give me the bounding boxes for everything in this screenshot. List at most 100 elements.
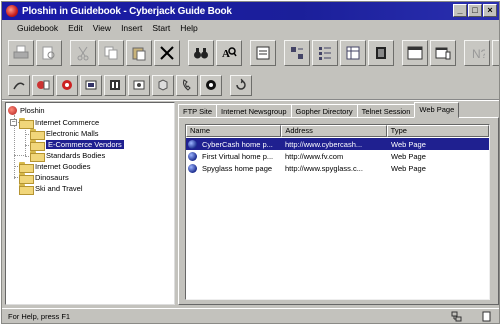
properties-button[interactable] xyxy=(250,40,276,66)
paste-button[interactable] xyxy=(126,40,152,66)
help-button[interactable]: N? xyxy=(464,40,490,66)
gopher-button[interactable] xyxy=(128,74,150,96)
folder-icon xyxy=(19,162,34,173)
context-help-button[interactable] xyxy=(492,40,499,66)
web-page-icon xyxy=(188,151,197,161)
find-text-icon: A xyxy=(222,47,237,60)
secondary-toolbar xyxy=(8,73,254,97)
page-icon xyxy=(482,311,491,322)
toolbar-divider xyxy=(2,99,499,101)
web-page-icon xyxy=(188,163,197,173)
large-icons-button[interactable] xyxy=(284,40,310,66)
tree-item-label: E-Commerce Vendors xyxy=(46,140,124,149)
gopher-icon xyxy=(133,80,145,90)
small-icons-icon xyxy=(319,47,331,60)
stop-icon xyxy=(206,80,216,90)
item-list[interactable]: Name Address Type CyberCash home p... ht… xyxy=(185,124,490,300)
tab-strip: FTP Site Internet Newsgroup Gopher Direc… xyxy=(178,102,460,118)
list-header: Name Address Type xyxy=(186,125,489,137)
scissors-icon xyxy=(77,46,89,61)
refresh-icon xyxy=(236,78,246,90)
tree-item-dinosaurs[interactable]: Dinosaurs xyxy=(19,172,69,184)
menu-insert[interactable]: Insert xyxy=(116,21,147,35)
maximize-button[interactable]: □ xyxy=(468,4,482,17)
column-address[interactable]: Address xyxy=(281,125,387,137)
tree-item-internet-commerce[interactable]: − Internet Commerce xyxy=(10,117,99,129)
tree-item-electronic-malls[interactable]: Electronic Malls xyxy=(30,128,99,140)
status-bar: For Help, press F1 xyxy=(2,308,499,323)
item-name: First Virtual home p... xyxy=(202,151,274,161)
tree-item-ecommerce-vendors[interactable]: E-Commerce Vendors xyxy=(30,139,124,151)
tree-item-label: Electronic Malls xyxy=(46,129,99,138)
minimize-button[interactable]: _ xyxy=(453,4,467,17)
svg-text:N?: N? xyxy=(472,47,485,61)
window-button[interactable] xyxy=(402,40,428,66)
refresh-button[interactable] xyxy=(230,74,252,96)
tab-ftp-site[interactable]: FTP Site xyxy=(178,104,218,118)
find-text-button[interactable]: A xyxy=(216,40,242,66)
menu-edit[interactable]: Edit xyxy=(63,21,88,35)
tab-panel: Name Address Type CyberCash home p... ht… xyxy=(178,117,499,305)
column-type[interactable]: Type xyxy=(386,125,489,137)
add-site-button[interactable] xyxy=(32,74,54,96)
tab-web-page[interactable]: Web Page xyxy=(414,102,460,118)
tree-item-label: Dinosaurs xyxy=(35,173,69,182)
folder-open-icon xyxy=(19,118,34,129)
news-button[interactable] xyxy=(104,74,126,96)
network-icon xyxy=(451,311,462,322)
tree-root[interactable]: Ploshin xyxy=(8,105,45,116)
delete-button[interactable] xyxy=(154,40,180,66)
menu-help[interactable]: Help xyxy=(175,21,202,35)
folder-icon xyxy=(30,151,45,162)
menu-guidebook[interactable]: Guidebook xyxy=(12,21,63,35)
open-guide-button[interactable] xyxy=(8,74,30,96)
main-toolbar: A N? xyxy=(8,38,499,68)
app-icon[interactable] xyxy=(6,5,18,17)
tree-item-ski-and-travel[interactable]: Ski and Travel xyxy=(19,183,83,195)
folder-icon xyxy=(19,184,34,195)
details-view-button[interactable] xyxy=(368,40,394,66)
tree-item-standards-bodies[interactable]: Standards Bodies xyxy=(30,150,105,162)
find-button[interactable] xyxy=(188,40,214,66)
tab-telnet-session[interactable]: Telnet Session xyxy=(356,104,416,118)
folder-icon xyxy=(19,173,34,184)
item-type: Web Page xyxy=(391,163,426,173)
ftp-button[interactable] xyxy=(80,74,102,96)
print-button[interactable] xyxy=(8,40,34,66)
web-button[interactable] xyxy=(56,74,78,96)
list-view-button[interactable] xyxy=(340,40,366,66)
tree-item-label: Ski and Travel xyxy=(35,184,83,193)
print-preview-icon xyxy=(42,46,55,60)
tab-internet-newsgroup[interactable]: Internet Newsgroup xyxy=(216,104,292,118)
collapse-toggle-icon[interactable]: − xyxy=(10,119,17,126)
status-text: For Help, press F1 xyxy=(8,311,71,321)
print-preview-button[interactable] xyxy=(36,40,62,66)
copy-button[interactable] xyxy=(98,40,124,66)
new-window-button[interactable] xyxy=(430,40,456,66)
folder-tree[interactable]: Ploshin − Internet Commerce Electronic M… xyxy=(5,102,175,305)
close-button[interactable]: × xyxy=(483,4,497,17)
telnet-button[interactable] xyxy=(152,74,174,96)
stop-button[interactable] xyxy=(200,74,222,96)
delete-x-icon xyxy=(160,46,174,60)
list-item[interactable]: CyberCash home p... http://www.cybercash… xyxy=(186,138,489,150)
menu-view[interactable]: View xyxy=(88,21,116,35)
cut-button[interactable] xyxy=(70,40,96,66)
column-name[interactable]: Name xyxy=(186,125,282,137)
item-name: Spyglass home page xyxy=(202,163,273,173)
list-item[interactable]: Spyglass home page http://www.spyglass.c… xyxy=(186,162,489,174)
phone-button[interactable] xyxy=(176,74,198,96)
tab-gopher-directory[interactable]: Gopher Directory xyxy=(290,104,358,118)
item-address: http://www.fv.com xyxy=(285,151,344,161)
small-icons-button[interactable] xyxy=(312,40,338,66)
details-icon xyxy=(376,47,386,59)
menu-start[interactable]: Start xyxy=(147,21,175,35)
window-title: Ploshin in Guidebook - Cyberjack Guide B… xyxy=(22,5,232,17)
binoculars-icon xyxy=(194,48,208,59)
list-item[interactable]: First Virtual home p... http://www.fv.co… xyxy=(186,150,489,162)
large-icons-icon xyxy=(291,47,303,59)
title-bar[interactable]: Ploshin in Guidebook - Cyberjack Guide B… xyxy=(2,2,499,20)
new-window-icon xyxy=(435,47,451,60)
tree-item-internet-goodies[interactable]: Internet Goodies xyxy=(19,161,90,173)
window-controls: _ □ × xyxy=(453,4,497,17)
